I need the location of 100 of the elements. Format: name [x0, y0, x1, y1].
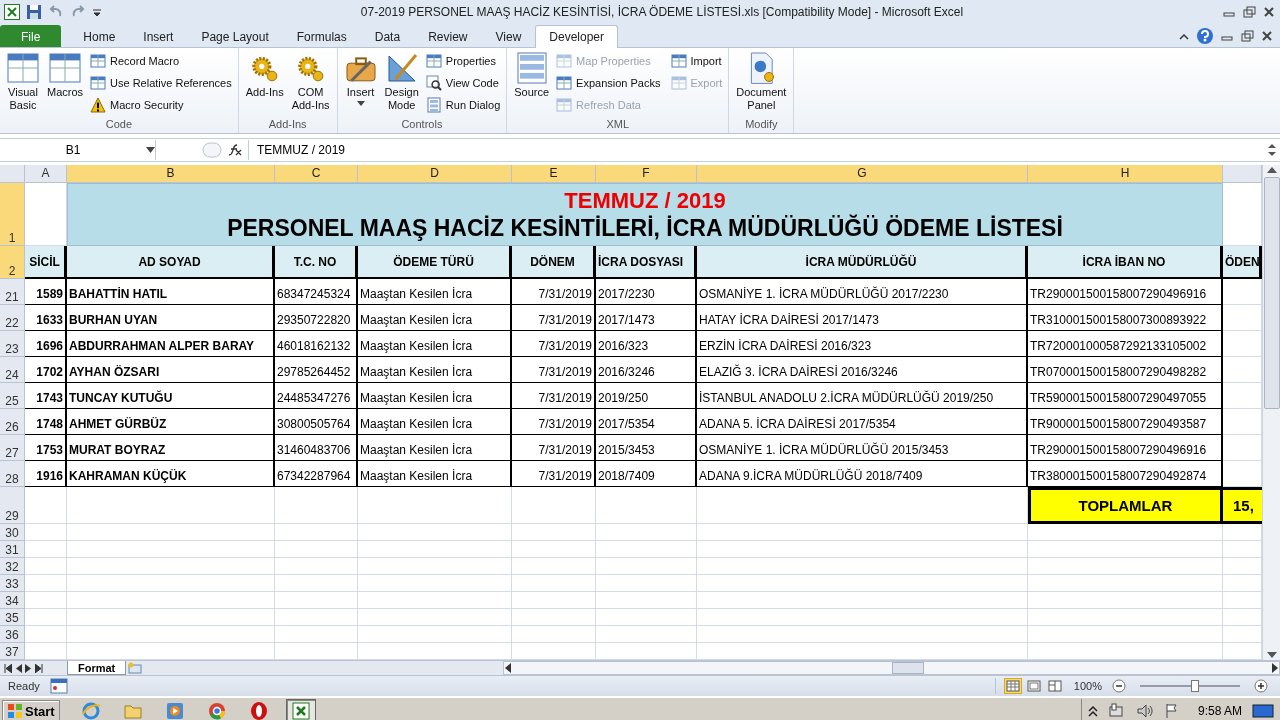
close-icon[interactable]	[1262, 5, 1276, 19]
view-button[interactable]	[1045, 678, 1064, 694]
taskbar-button[interactable]	[285, 699, 316, 720]
name-box[interactable]: B1	[0, 140, 156, 160]
column-header[interactable]: H	[1028, 165, 1223, 183]
flag-icon[interactable]	[1163, 703, 1180, 719]
help-icon[interactable]	[1196, 26, 1214, 45]
ribbon-button[interactable]: COM Add-Ins	[288, 50, 333, 114]
file-tab[interactable]: File	[0, 25, 62, 47]
prev-sheet-icon[interactable]	[15, 663, 22, 673]
show-desktop-icon[interactable]	[1252, 703, 1274, 719]
next-sheet-icon[interactable]	[25, 663, 32, 673]
table-cell: TR900001500158007290493587	[1028, 409, 1223, 435]
row-header[interactable]: 37	[0, 643, 25, 660]
table-icon	[90, 75, 107, 91]
table-cell: 7/31/2019	[512, 461, 596, 487]
ribbon-button[interactable]: Visual Basic	[4, 50, 42, 114]
ribbon-tab[interactable]: Review	[414, 25, 482, 47]
ribbon-tab[interactable]: Insert	[129, 25, 188, 47]
ribbon-tab[interactable]: Page Layout	[187, 25, 283, 47]
page-layout-icon	[1026, 680, 1041, 692]
table-cell: 1916	[25, 461, 67, 487]
function-icon[interactable]	[228, 144, 242, 156]
chevron-up-icon[interactable]	[1087, 705, 1098, 717]
ribbon-tab[interactable]: View	[481, 25, 536, 47]
formula-field[interactable]: TEMMUZ / 2019	[249, 140, 1264, 160]
sheet-tab[interactable]: Format	[67, 661, 127, 675]
row-header[interactable]: 27	[0, 435, 25, 461]
dropdown-caret-icon[interactable]	[146, 147, 155, 153]
column-header[interactable]: A	[25, 165, 67, 183]
view-button[interactable]	[1003, 678, 1022, 694]
ribbon-tab[interactable]: Formulas	[282, 25, 361, 47]
ribbon-tab[interactable]: Data	[360, 25, 415, 47]
scroll-up-icon[interactable]	[1265, 165, 1278, 175]
restore-icon[interactable]	[1240, 28, 1254, 43]
row-header[interactable]: 31	[0, 541, 25, 558]
ribbon-button[interactable]: Run Dialog	[423, 94, 503, 116]
zoom-level[interactable]: 100%	[1073, 680, 1102, 692]
close-icon[interactable]	[1260, 28, 1274, 43]
ribbon-button[interactable]: Import	[668, 50, 725, 72]
row-header[interactable]: 24	[0, 357, 25, 383]
caret-icon	[356, 101, 365, 106]
row-header[interactable]: 23	[0, 331, 25, 357]
row-header[interactable]: 21	[0, 279, 25, 305]
ribbon-button[interactable]: Use Relative References	[88, 72, 234, 94]
ribbon-button[interactable]: Expansion Packs	[554, 72, 663, 94]
row-header[interactable]: 30	[0, 524, 25, 541]
restore-icon[interactable]	[1242, 5, 1256, 19]
zoom-in-icon[interactable]	[1254, 679, 1268, 693]
row-header[interactable]: 1	[0, 183, 25, 246]
scroll-right-icon[interactable]	[1271, 663, 1279, 673]
row-header[interactable]: 33	[0, 575, 25, 592]
ribbon-button[interactable]: Add-Ins	[242, 50, 287, 101]
ribbon-button[interactable]: Macros	[44, 50, 87, 101]
slider-thumb[interactable]	[1191, 680, 1199, 692]
row-header[interactable]: 35	[0, 609, 25, 626]
zoom-out-icon[interactable]	[1112, 679, 1126, 693]
row-header[interactable]: 36	[0, 626, 25, 643]
ribbon-button[interactable]: Macro Security	[88, 94, 234, 116]
ribbon-button[interactable]: Record Macro	[88, 50, 234, 72]
column-header[interactable]: B	[67, 165, 275, 183]
first-sheet-icon[interactable]	[4, 663, 12, 673]
scroll-left-icon[interactable]	[504, 663, 512, 673]
ribbon-button[interactable]: Source	[511, 50, 553, 101]
clock[interactable]: 9:58 AM	[1197, 704, 1242, 718]
last-sheet-icon[interactable]	[35, 663, 43, 673]
table-cell: Maaştan Kesilen İcra	[358, 331, 512, 357]
column-header[interactable]: F	[596, 165, 697, 183]
row-header[interactable]: 28	[0, 461, 25, 487]
ribbon-button[interactable]: Design Mode	[381, 50, 422, 114]
row-header[interactable]: 34	[0, 592, 25, 609]
start-button[interactable]: Start	[2, 700, 60, 720]
ribbon-tab[interactable]: Home	[69, 25, 130, 47]
row-header[interactable]: 22	[0, 305, 25, 331]
table-cell: 29785264452	[275, 357, 358, 383]
view-button[interactable]	[1024, 678, 1043, 694]
handle-icon[interactable]	[202, 142, 222, 158]
column-header[interactable]: D	[358, 165, 512, 183]
ribbon-button[interactable]: Properties	[423, 50, 503, 72]
row-header[interactable]: 2	[0, 246, 25, 279]
ribbon-button[interactable]: Insert	[341, 50, 380, 108]
table-cell: 1743	[25, 383, 67, 409]
column-header[interactable]: G	[697, 165, 1028, 183]
save-icon[interactable]	[26, 4, 42, 20]
column-header[interactable]: E	[512, 165, 596, 183]
speaker-icon[interactable]	[1135, 703, 1154, 719]
ribbon-tab[interactable]: Developer	[535, 25, 618, 48]
row-header[interactable]: 25	[0, 383, 25, 409]
scroll-thumb[interactable]	[892, 662, 924, 674]
row-header[interactable]: 26	[0, 409, 25, 435]
row-header[interactable]: 32	[0, 558, 25, 575]
ribbon-button[interactable]: View Code	[423, 72, 503, 94]
table-cell: 1753	[25, 435, 67, 461]
macro-record-icon[interactable]	[49, 678, 68, 694]
column-header[interactable]: C	[275, 165, 358, 183]
ribbon-button[interactable]: Document Panel	[733, 50, 790, 114]
scroll-thumb[interactable]	[1263, 177, 1280, 409]
row-header[interactable]: 29	[0, 487, 25, 524]
network-icon[interactable]	[1107, 703, 1126, 719]
table-cell: 1702	[25, 357, 67, 383]
